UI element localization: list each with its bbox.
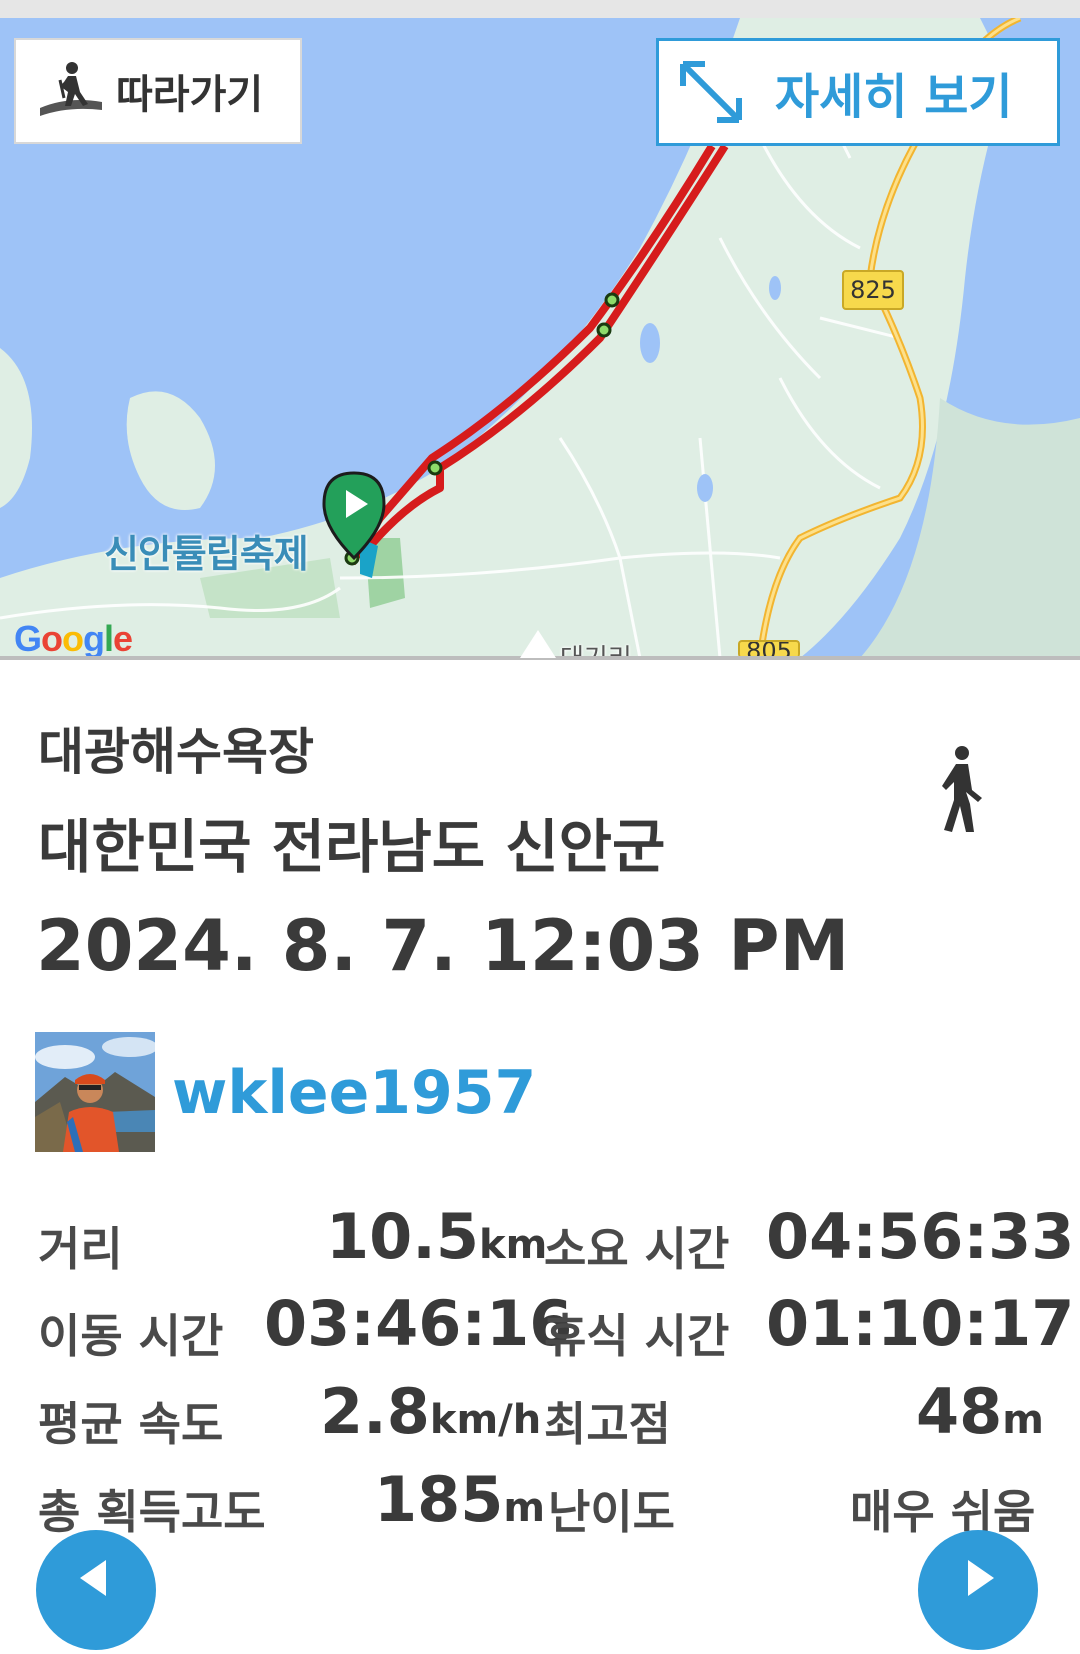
place-name: 대광해수욕장 bbox=[38, 723, 314, 781]
walking-icon bbox=[942, 746, 982, 832]
total-time-value: 04:56:33 bbox=[766, 1200, 1075, 1273]
distance-label: 거리 bbox=[38, 1222, 123, 1276]
follow-label: 따라가기 bbox=[116, 72, 264, 118]
status-strip bbox=[0, 0, 1080, 18]
hiker-follow-icon bbox=[40, 62, 102, 116]
detail-view-button[interactable]: 자세히 보기 bbox=[656, 38, 1060, 146]
chevron-right-icon bbox=[968, 1560, 994, 1596]
max-altitude-value: 48 bbox=[916, 1375, 1003, 1448]
distance-value-group: 10.5km bbox=[326, 1200, 547, 1273]
username-link[interactable]: wklee1957 bbox=[172, 1058, 536, 1128]
google-logo: Google bbox=[14, 618, 133, 659]
moving-time-value: 03:46:16 bbox=[264, 1287, 573, 1360]
max-altitude-value-group: 48m bbox=[916, 1375, 1044, 1448]
elevation-gain-unit: m bbox=[503, 1485, 546, 1531]
detail-label: 자세히 보기 bbox=[775, 69, 1013, 125]
difficulty-label: 난이도 bbox=[548, 1485, 675, 1539]
distance-unit: km bbox=[478, 1222, 548, 1268]
rest-time-value: 01:10:17 bbox=[766, 1287, 1075, 1360]
map-poi-label: 신안튤립축제 bbox=[104, 532, 309, 576]
follow-button[interactable]: 따라가기 bbox=[14, 38, 302, 144]
route-badge: 825 bbox=[842, 270, 904, 310]
place-region: 대한민국 전라남도 신안군 bbox=[38, 813, 666, 881]
elevation-gain-value: 185 bbox=[374, 1463, 504, 1536]
avg-speed-unit: km/h bbox=[429, 1397, 542, 1443]
moving-time-label: 이동 시간 bbox=[38, 1309, 224, 1363]
elevation-gain-value-group: 185m bbox=[374, 1463, 545, 1536]
map-pointer bbox=[520, 630, 556, 658]
next-button[interactable] bbox=[918, 1530, 1038, 1650]
map-village-label: 대기리 bbox=[560, 638, 632, 658]
avg-speed-value: 2.8 bbox=[320, 1375, 430, 1448]
avg-speed-value-group: 2.8km/h bbox=[320, 1375, 541, 1448]
max-altitude-label: 최고점 bbox=[544, 1397, 671, 1451]
avg-speed-label: 평균 속도 bbox=[38, 1397, 224, 1451]
expand-icon bbox=[680, 61, 742, 123]
distance-value: 10.5 bbox=[326, 1200, 479, 1273]
chevron-left-icon bbox=[80, 1560, 106, 1596]
total-time-label: 소요 시간 bbox=[544, 1222, 730, 1276]
previous-button[interactable] bbox=[36, 1530, 156, 1650]
rest-time-label: 휴식 시간 bbox=[544, 1309, 730, 1363]
max-altitude-unit: m bbox=[1002, 1397, 1044, 1443]
user-avatar[interactable] bbox=[35, 1032, 155, 1152]
record-datetime: 2024. 8. 7. 12:03 PM bbox=[36, 905, 850, 987]
